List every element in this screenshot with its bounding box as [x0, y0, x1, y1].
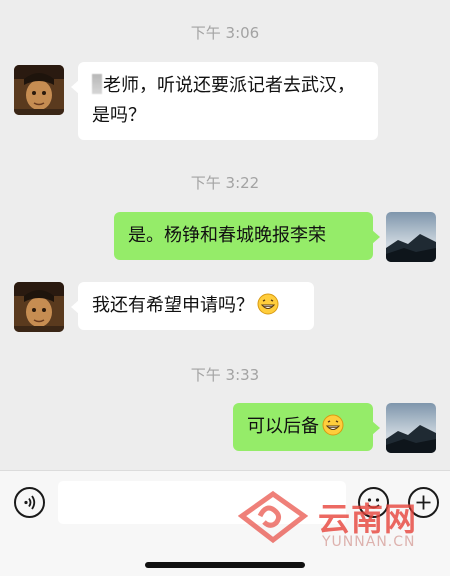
user-avatar[interactable] [386, 212, 436, 262]
yunnan-logo-icon [238, 490, 308, 545]
voice-icon[interactable] [14, 487, 45, 518]
contact-avatar[interactable] [14, 282, 64, 332]
contact-avatar[interactable] [14, 65, 64, 115]
timestamp: 下午 3:22 [190, 174, 260, 192]
message-text: 我还有希望申请吗？ [92, 295, 254, 316]
message-bubble-sent[interactable]: 是。杨铮和春城晚报李荣 [114, 212, 380, 260]
redacted-name [92, 74, 102, 94]
message-bubble-received[interactable]: 我还有希望申请吗？ [71, 282, 314, 330]
grin-emoji-icon [257, 293, 279, 315]
timestamp: 下午 3:06 [190, 24, 260, 42]
message-bubble-sent[interactable]: 可以后备 [233, 403, 380, 451]
message-text: 老师，听说还要派记者去武汉，是吗？ [92, 75, 355, 126]
grin-emoji-icon [322, 414, 344, 436]
message-bubble-received[interactable]: 老师，听说还要派记者去武汉，是吗？ [71, 62, 378, 140]
message-text: 是。杨铮和春城晚报李荣 [128, 225, 326, 246]
chat-area: 下午 3:06 老师，听说还要派记者去武汉，是吗？ 下午 3:22 是。杨铮和春… [0, 0, 450, 470]
timestamp: 下午 3:33 [190, 366, 260, 384]
watermark-url: YUNNAN.CN [322, 534, 416, 550]
home-indicator[interactable] [145, 562, 305, 568]
watermark: 云南网 YUNNAN.CN [238, 480, 438, 560]
message-text: 可以后备 [247, 416, 319, 437]
user-avatar[interactable] [386, 403, 436, 453]
